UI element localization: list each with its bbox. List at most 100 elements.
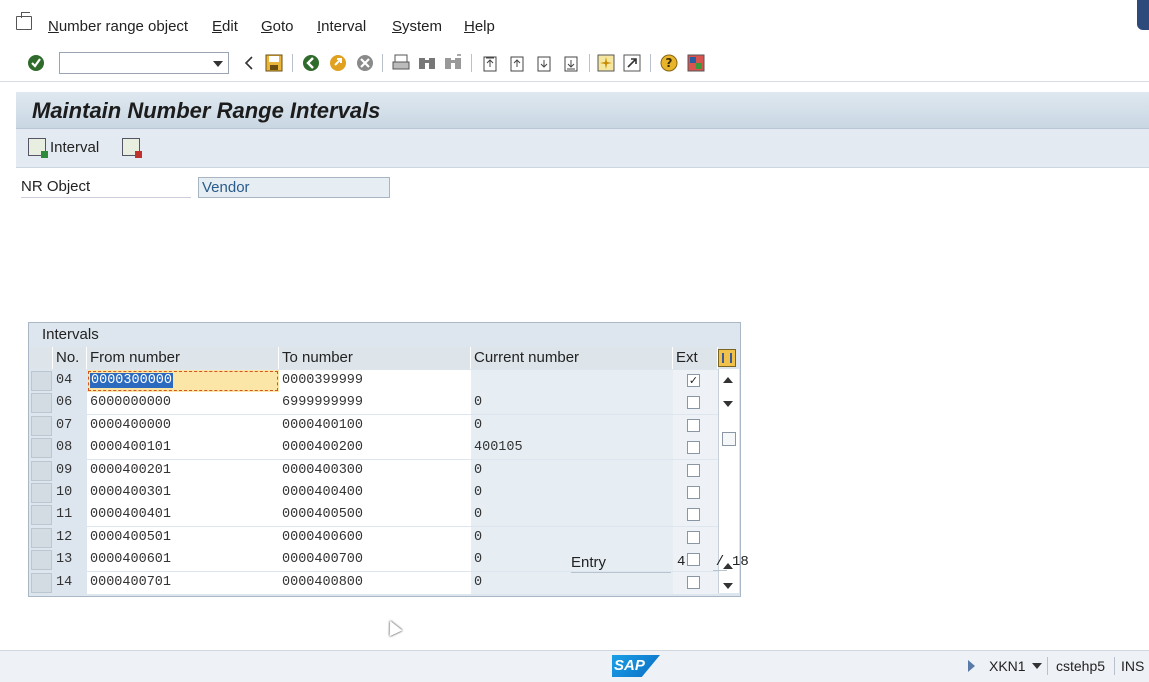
table-row[interactable]: 09 0000400201 0000400300 0 bbox=[29, 459, 740, 482]
scroll-down-icon[interactable] bbox=[723, 401, 733, 407]
menu-interval[interactable]: Interval bbox=[317, 18, 366, 35]
cell-from-number[interactable]: 0000400000 bbox=[87, 414, 279, 437]
back-nav-icon[interactable] bbox=[240, 54, 258, 72]
row-selector[interactable] bbox=[31, 483, 52, 503]
menu-bar: Number range object Edit Goto Interval S… bbox=[0, 0, 1149, 45]
ext-checkbox[interactable] bbox=[687, 486, 700, 499]
menu-help[interactable]: Help bbox=[464, 18, 495, 35]
print-icon[interactable] bbox=[392, 54, 410, 72]
ext-checkbox[interactable] bbox=[687, 530, 700, 544]
cell-to-number[interactable]: 0000400100 bbox=[279, 414, 471, 437]
enter-icon[interactable] bbox=[27, 54, 45, 72]
table-row[interactable]: 06 6000000000 6999999999 0 bbox=[29, 392, 740, 415]
select-all-cell[interactable] bbox=[29, 347, 53, 369]
cell-current-number: 400105 bbox=[471, 437, 673, 460]
cell-to-number[interactable]: 0000400800 bbox=[279, 571, 471, 594]
table-row[interactable]: 07 0000400000 0000400100 0 bbox=[29, 414, 740, 437]
column-header-ext[interactable]: Ext bbox=[673, 347, 718, 369]
last-page-icon[interactable] bbox=[562, 54, 580, 72]
cell-to-number[interactable]: 0000400600 bbox=[279, 526, 471, 549]
row-selector[interactable] bbox=[31, 572, 52, 593]
cell-to-number[interactable]: 0000399999 bbox=[279, 370, 471, 392]
cell-from-number[interactable]: 0000400301 bbox=[87, 482, 279, 504]
row-selector[interactable] bbox=[31, 505, 52, 526]
cell-from-number[interactable]: 0000300000 bbox=[87, 370, 279, 392]
cell-to-number[interactable]: 0000400700 bbox=[279, 549, 471, 572]
menu-system[interactable]: System bbox=[392, 18, 442, 35]
cell-no: 07 bbox=[56, 417, 73, 433]
cell-from-number-value: 0000400301 bbox=[90, 485, 172, 500]
column-header-from-number[interactable]: From number bbox=[87, 347, 279, 369]
ext-checkbox[interactable] bbox=[687, 553, 700, 567]
menu-goto[interactable]: Goto bbox=[261, 18, 294, 35]
row-selector[interactable] bbox=[31, 527, 52, 548]
row-selector[interactable] bbox=[31, 438, 52, 459]
scrollbar-thumb[interactable] bbox=[722, 432, 736, 446]
ext-checkbox[interactable] bbox=[687, 508, 700, 522]
table-row[interactable]: 04 0000300000 0000399999 ✓ bbox=[29, 370, 740, 392]
create-session-icon[interactable] bbox=[597, 54, 615, 72]
save-icon[interactable] bbox=[265, 54, 283, 72]
svg-text:?: ? bbox=[666, 56, 673, 70]
cell-current-number: 0 bbox=[471, 526, 673, 549]
cell-to-number[interactable]: 0000400200 bbox=[279, 437, 471, 460]
table-row[interactable]: 08 0000400101 0000400200 400105 bbox=[29, 437, 740, 460]
ext-checkbox[interactable] bbox=[687, 463, 700, 477]
cell-from-number[interactable]: 6000000000 bbox=[87, 392, 279, 415]
find-icon[interactable] bbox=[418, 54, 436, 72]
cell-ext bbox=[673, 504, 718, 527]
ext-checkbox[interactable] bbox=[687, 418, 700, 432]
shortcut-icon[interactable] bbox=[623, 54, 641, 72]
cell-to-number[interactable]: 0000400300 bbox=[279, 459, 471, 482]
table-row[interactable]: 11 0000400401 0000400500 0 bbox=[29, 504, 740, 527]
cell-to-number[interactable]: 6999999999 bbox=[279, 392, 471, 415]
delete-interval-button[interactable] bbox=[122, 137, 144, 158]
column-header-current-number[interactable]: Current number bbox=[471, 347, 673, 369]
menu-number-range-object[interactable]: Number range object bbox=[48, 18, 188, 35]
cell-to-number[interactable]: 0000400500 bbox=[279, 504, 471, 527]
row-selector[interactable] bbox=[31, 460, 52, 481]
table-settings-icon[interactable] bbox=[718, 349, 736, 367]
cell-from-number[interactable]: 0000400701 bbox=[87, 571, 279, 594]
menu-icon[interactable] bbox=[16, 12, 32, 30]
scroll-page-down-icon[interactable] bbox=[723, 583, 733, 589]
cell-from-number[interactable]: 0000400101 bbox=[87, 437, 279, 460]
cell-to-number[interactable]: 0000400400 bbox=[279, 482, 471, 504]
row-selector[interactable] bbox=[31, 550, 52, 571]
column-header-to-number[interactable]: To number bbox=[279, 347, 471, 369]
back-icon[interactable] bbox=[302, 54, 320, 72]
scroll-up-icon[interactable] bbox=[723, 377, 733, 383]
ext-checkbox[interactable]: ✓ bbox=[687, 374, 700, 387]
cell-no: 10 bbox=[56, 485, 73, 500]
cell-from-number[interactable]: 0000400501 bbox=[87, 526, 279, 549]
row-selector[interactable] bbox=[31, 393, 52, 414]
command-input[interactable] bbox=[62, 54, 214, 74]
ext-checkbox[interactable] bbox=[687, 396, 700, 410]
find-next-icon[interactable] bbox=[444, 54, 462, 72]
cell-from-number[interactable]: 0000400601 bbox=[87, 549, 279, 572]
ext-checkbox[interactable] bbox=[687, 441, 700, 455]
command-field[interactable] bbox=[59, 52, 229, 74]
next-page-icon[interactable] bbox=[535, 54, 553, 72]
cell-from-number[interactable]: 0000400201 bbox=[87, 459, 279, 482]
previous-page-icon[interactable] bbox=[508, 54, 526, 72]
first-page-icon[interactable] bbox=[481, 54, 499, 72]
status-expand-icon[interactable] bbox=[968, 660, 975, 672]
row-selector[interactable] bbox=[31, 415, 52, 436]
ext-checkbox[interactable] bbox=[687, 575, 700, 589]
table-row[interactable]: 12 0000400501 0000400600 0 bbox=[29, 526, 740, 549]
menu-edit[interactable]: Edit bbox=[212, 18, 238, 35]
cell-ext bbox=[673, 571, 718, 594]
table-row[interactable]: 10 0000400301 0000400400 0 bbox=[29, 482, 740, 504]
interval-button[interactable]: Interval bbox=[28, 137, 99, 158]
chevron-down-icon[interactable] bbox=[213, 61, 223, 67]
customize-layout-icon[interactable] bbox=[687, 54, 705, 72]
row-selector[interactable] bbox=[31, 371, 52, 391]
cancel-icon[interactable] bbox=[356, 54, 374, 72]
table-row[interactable]: 14 0000400701 0000400800 0 bbox=[29, 571, 740, 594]
help-icon[interactable]: ? bbox=[660, 54, 678, 72]
cell-from-number[interactable]: 0000400401 bbox=[87, 504, 279, 527]
chevron-down-icon[interactable] bbox=[1032, 663, 1042, 669]
exit-icon[interactable] bbox=[329, 54, 347, 72]
column-header-no[interactable]: No. bbox=[53, 347, 87, 369]
